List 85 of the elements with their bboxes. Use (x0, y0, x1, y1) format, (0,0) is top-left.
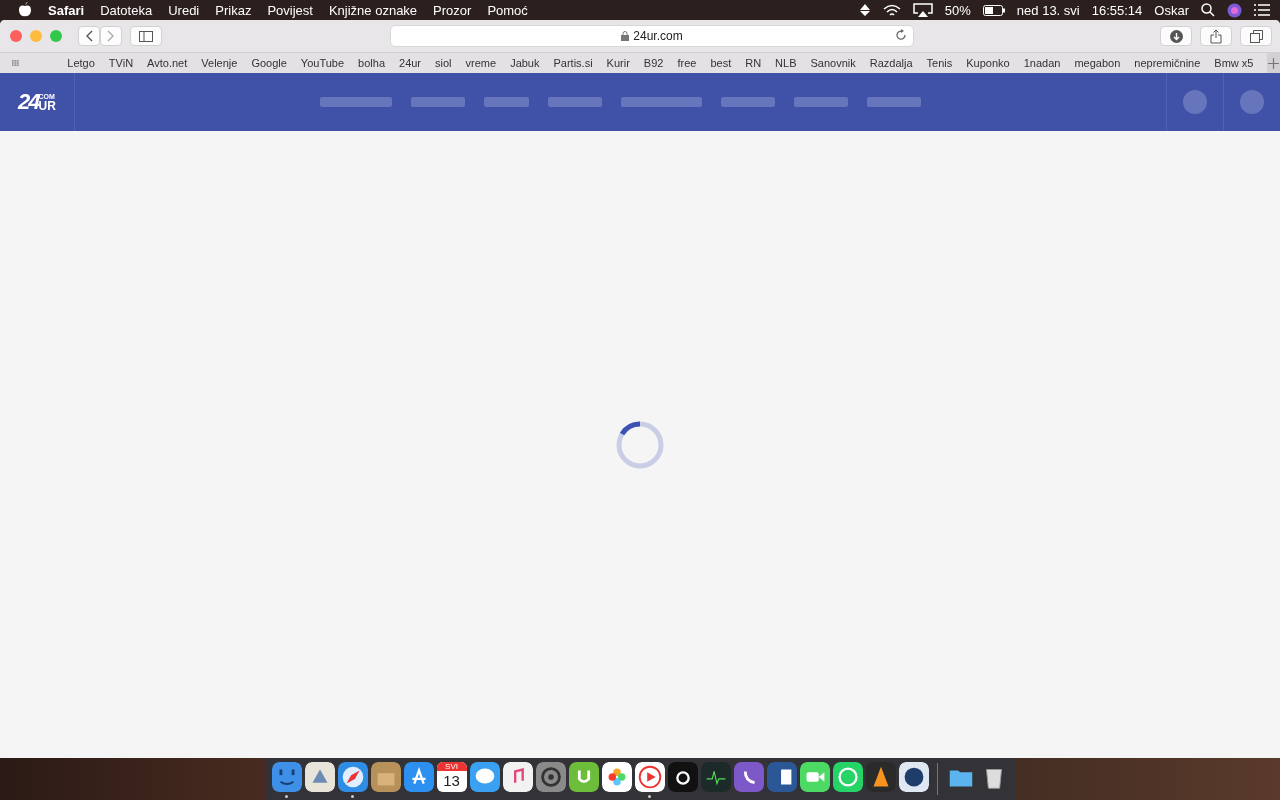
bookmark-link[interactable]: best (710, 57, 732, 69)
siri-orb-icon[interactable] (1227, 2, 1242, 18)
menu-item[interactable]: Uredi (168, 2, 200, 18)
nav-placeholder (320, 97, 392, 107)
bookmark-link[interactable]: TViN (108, 57, 134, 69)
nav-placeholder (867, 97, 921, 107)
icon-placeholder (1240, 90, 1264, 114)
plus-icon (1268, 57, 1280, 69)
bookmark-link[interactable]: 1nadan (1023, 57, 1061, 69)
bookmark-link[interactable]: megabon (1074, 57, 1121, 69)
bookmark-link[interactable]: bolha (358, 57, 385, 69)
nav-placeholder (548, 97, 602, 107)
new-tab-button[interactable] (1267, 53, 1280, 73)
apple-logo-icon[interactable] (18, 2, 32, 18)
waveform-icon[interactable] (700, 762, 731, 792)
chevron-left-icon (85, 30, 93, 42)
bookmark-link[interactable]: RN (745, 57, 762, 69)
sidebar-button[interactable] (130, 26, 162, 46)
icon-placeholder (1183, 90, 1207, 114)
bookmark-link[interactable]: vreme (465, 57, 497, 69)
bookmark-link[interactable]: Bmw x5 (1214, 57, 1254, 69)
calendar-icon[interactable]: SVI 13 (436, 762, 467, 792)
menu-item[interactable]: Prikaz (215, 2, 252, 18)
nav-placeholder (794, 97, 848, 107)
back-button[interactable] (78, 26, 100, 46)
bookmark-link[interactable]: Jabuk (510, 57, 540, 69)
battery-percentage: 50% (944, 2, 971, 18)
bookmark-link[interactable]: nepremičnine (1134, 57, 1201, 69)
traffic-cone-icon[interactable] (865, 762, 896, 792)
box-icon[interactable] (370, 762, 401, 792)
bookmark-link[interactable]: Google (251, 57, 287, 69)
download-button[interactable] (1160, 26, 1192, 46)
bookmark-link[interactable]: 24ur (399, 57, 422, 69)
play-icon[interactable] (634, 762, 665, 792)
bookmark-link[interactable]: Kuponko (966, 57, 1010, 69)
wifi-icon[interactable] (882, 3, 901, 17)
app-store-icon[interactable] (403, 762, 434, 792)
bookmark-link[interactable]: Avto.net (147, 57, 188, 69)
download-icon (1169, 29, 1183, 43)
airplay-icon[interactable] (912, 3, 933, 17)
menu-bar-date: ned 13. svi (1016, 2, 1080, 18)
lock-icon (621, 31, 630, 41)
menu-item[interactable]: Povijest (267, 2, 313, 18)
bookmark-link[interactable]: NLB (775, 57, 797, 69)
bookmark-link[interactable]: B92 (643, 57, 664, 69)
list-icon[interactable] (1254, 4, 1270, 16)
nav-placeholder (411, 97, 465, 107)
menu-item[interactable]: Knjižne oznake (328, 2, 418, 18)
bookmark-link[interactable]: free (677, 57, 697, 69)
address-field[interactable]: 24ur.com (390, 25, 914, 47)
bookmark-link[interactable]: Letgo (67, 57, 95, 69)
reload-icon[interactable] (895, 29, 907, 41)
camera-icon[interactable] (667, 762, 698, 792)
finder-icon[interactable] (271, 762, 302, 792)
gear-icon[interactable] (535, 762, 566, 792)
video-camera-icon[interactable] (799, 762, 830, 792)
user-name[interactable]: Oskar (1154, 2, 1189, 18)
menu-item[interactable]: Prozor (433, 2, 472, 18)
speech-bubble-icon[interactable] (469, 762, 500, 792)
bookmark-link[interactable]: Partis.si (553, 57, 593, 69)
bookmark-link[interactable]: Sanovnik (810, 57, 856, 69)
bookmark-link[interactable]: Tenis (926, 57, 953, 69)
bookmark-link[interactable]: siol (435, 57, 452, 69)
bookmark-link[interactable]: Kurir (606, 57, 630, 69)
menu-bar-clock: 16:55:14 (1091, 2, 1143, 18)
bookmark-link[interactable]: YouTube (300, 57, 345, 69)
triangle-arrows-icon[interactable] (858, 3, 871, 17)
menu-item[interactable]: Pomoć (487, 2, 528, 18)
tabs-button[interactable] (1240, 26, 1272, 46)
sidebar-icon (139, 30, 153, 42)
menu-item[interactable]: Safari (48, 2, 85, 18)
compass-icon[interactable] (337, 762, 368, 792)
flower-icon[interactable] (601, 762, 632, 792)
bookmark-link[interactable]: Razdalja (869, 57, 913, 69)
nav-placeholder (484, 97, 529, 107)
music-note-icon[interactable] (502, 762, 533, 792)
document-icon[interactable] (766, 762, 797, 792)
tabs-icon (1249, 29, 1263, 43)
share-icon (1210, 28, 1222, 44)
search-icon[interactable] (1201, 3, 1215, 17)
bookmark-link[interactable]: Velenje (201, 57, 238, 69)
chevron-right-icon (107, 30, 115, 42)
battery-icon[interactable] (982, 4, 1005, 16)
menu-item[interactable]: Datoteka (100, 2, 153, 18)
nav-placeholder (721, 97, 775, 107)
